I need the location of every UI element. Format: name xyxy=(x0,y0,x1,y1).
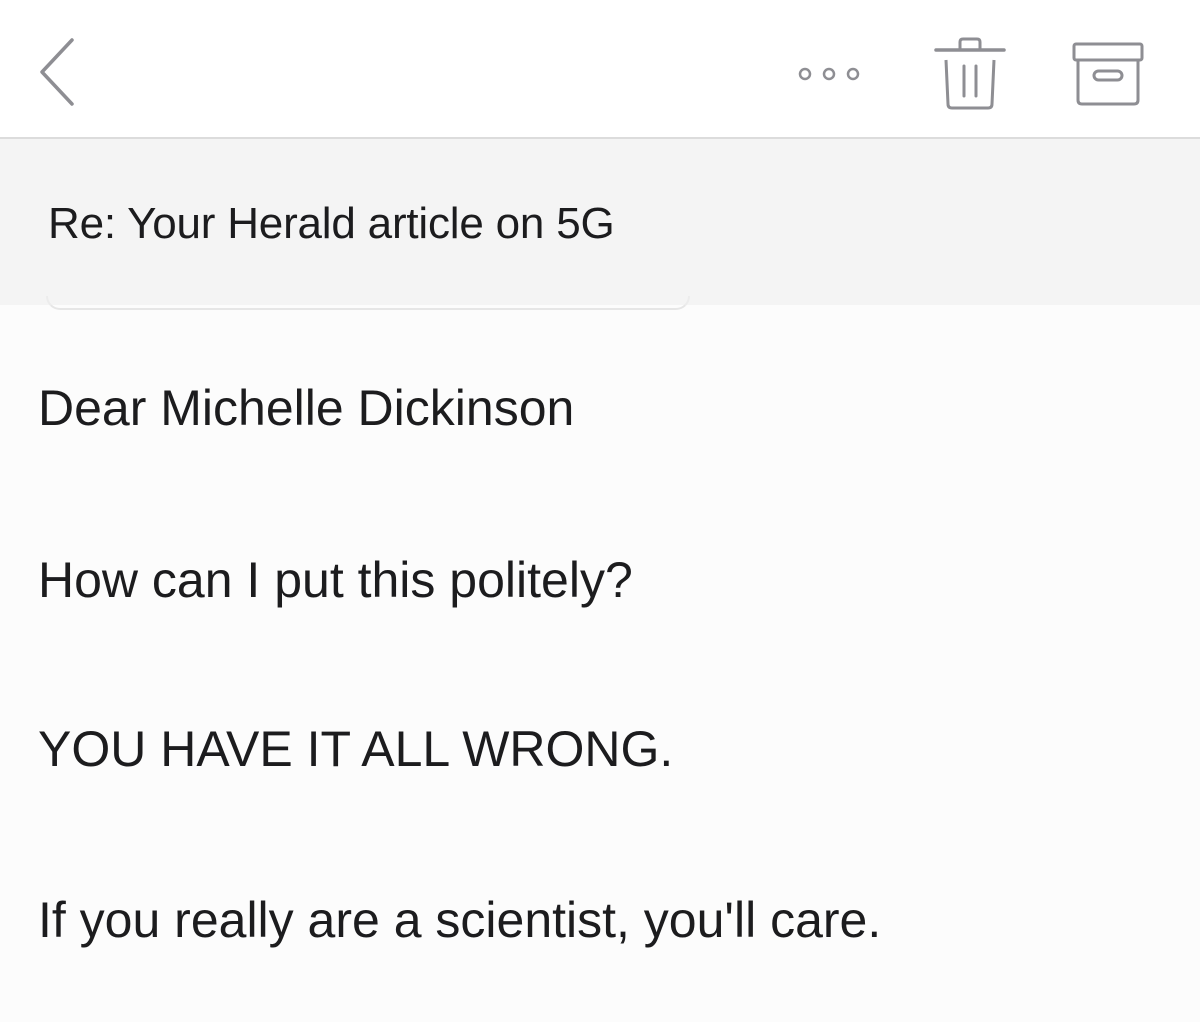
toolbar xyxy=(0,0,1200,139)
delete-button[interactable] xyxy=(930,30,1010,115)
email-subject: Re: Your Herald article on 5G xyxy=(48,199,615,248)
body-paragraph: How can I put this politely? xyxy=(38,552,633,608)
body-paragraph: YOU HAVE IT ALL WRONG. xyxy=(38,721,674,777)
body-greeting: Dear Michelle Dickinson xyxy=(38,380,575,436)
more-options-button[interactable] xyxy=(792,52,874,96)
trash-icon xyxy=(934,37,1006,110)
sender-card-edge xyxy=(46,296,690,310)
body-paragraph: If you really are a scientist, you'll ca… xyxy=(38,892,882,948)
email-detail-screen: Re: Your Herald article on 5G Dear Miche… xyxy=(0,0,1200,1022)
ellipsis-icon xyxy=(798,67,860,81)
archive-box-icon xyxy=(1072,42,1144,106)
archive-button[interactable] xyxy=(1066,36,1152,112)
chevron-left-icon xyxy=(40,38,74,106)
back-button[interactable] xyxy=(30,30,90,115)
